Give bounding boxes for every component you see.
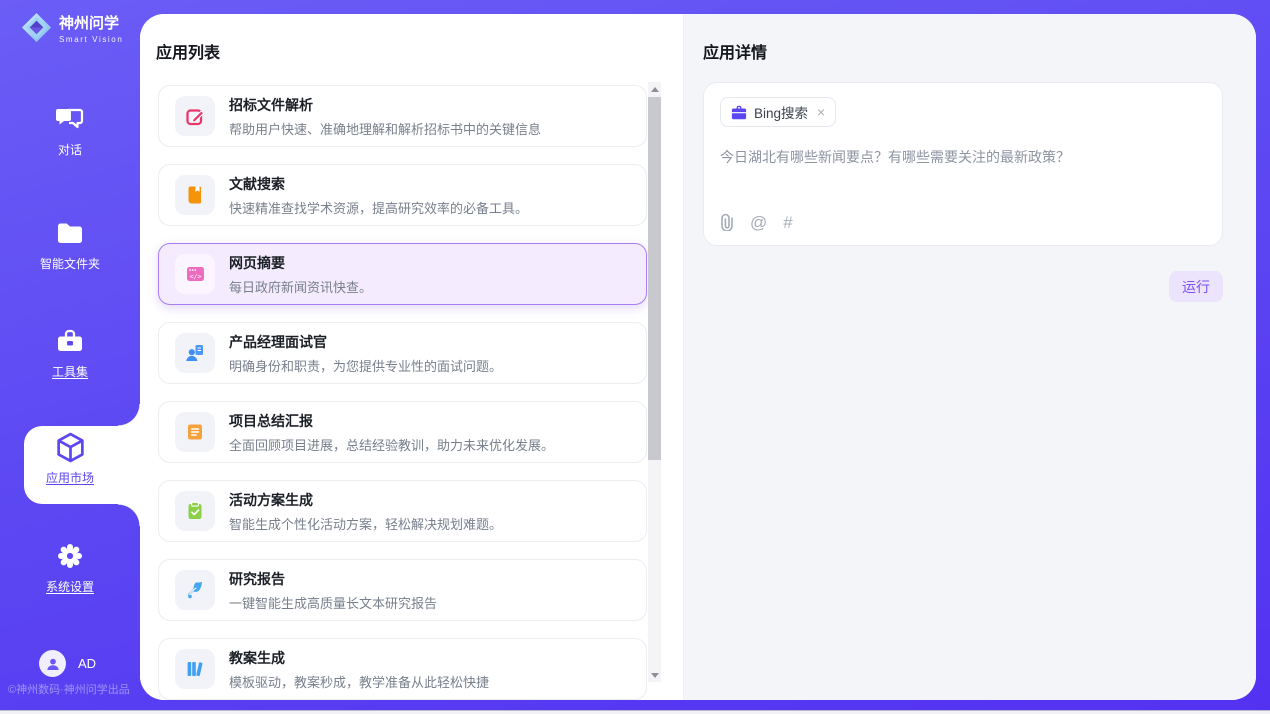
app-card[interactable]: 项目总结汇报 全面回顾项目进展，总结经验教训，助力未来优化发展。: [158, 401, 647, 463]
app-list-scrollbar[interactable]: [648, 82, 661, 682]
chat-icon: [0, 104, 140, 134]
sidebar: 神州问学 Smart Vision 对话 智能文件夹 工具集 应用市场 系统设置…: [0, 0, 140, 714]
folder-icon: [0, 218, 140, 248]
app-card[interactable]: 产品经理面试官 明确身份和职责，为您提供专业性的面试问题。: [158, 322, 647, 384]
app-card-title: 产品经理面试官: [229, 332, 502, 352]
at-icon[interactable]: @: [750, 214, 767, 231]
interviewer-icon: [175, 333, 215, 373]
avatar[interactable]: [39, 650, 66, 677]
app-card-desc: 快速精准查找学术资源，提高研究效率的必备工具。: [229, 198, 528, 217]
svg-text:</>: </>: [189, 273, 201, 281]
brand-logo: 神州问学 Smart Vision: [21, 12, 123, 48]
app-card-desc: 模板驱动，教案秒成，教学准备从此轻松快捷: [229, 672, 489, 691]
app-card-desc: 每日政府新闻资讯快查。: [229, 277, 372, 296]
app-card-title: 教案生成: [229, 648, 489, 668]
scroll-down-button[interactable]: [648, 668, 661, 682]
app-card-desc: 帮助用户快速、准确地理解和解析招标书中的关键信息: [229, 119, 541, 138]
run-row: 运行: [703, 271, 1223, 302]
app-card[interactable]: 研究报告 一键智能生成高质量长文本研究报告: [158, 559, 647, 621]
triangle-up-icon: [651, 87, 659, 92]
app-detail-title: 应用详情: [703, 39, 767, 63]
brand-subtitle: Smart Vision: [59, 35, 123, 44]
app-list-title: 应用列表: [156, 39, 220, 63]
composer-toolbar: @#: [720, 213, 1206, 231]
app-card[interactable]: 教案生成 模板驱动，教案秒成，教学准备从此轻松快捷: [158, 638, 647, 700]
app-card[interactable]: 活动方案生成 智能生成个性化活动方案，轻松解决规划难题。: [158, 480, 647, 542]
app-card-desc: 明确身份和职责，为您提供专业性的面试问题。: [229, 356, 502, 375]
app-card-title: 研究报告: [229, 569, 437, 589]
hash-icon[interactable]: #: [783, 214, 792, 231]
app-card-desc: 智能生成个性化活动方案，轻松解决规划难题。: [229, 514, 502, 533]
sidebar-item-label: 系统设置: [46, 578, 94, 595]
app-card[interactable]: 招标文件解析 帮助用户快速、准确地理解和解析招标书中的关键信息: [158, 85, 647, 147]
sidebar-item-folder[interactable]: 智能文件夹: [0, 218, 140, 273]
sidebar-item-label: 工具集: [52, 363, 88, 380]
sidebar-item-cube[interactable]: 应用市场: [0, 432, 140, 487]
brand-name: 神州问学: [59, 16, 123, 33]
toolbox-icon: [0, 326, 140, 356]
app-card[interactable]: 文献搜索 快速精准查找学术资源，提高研究效率的必备工具。: [158, 164, 647, 226]
app-card-list: 招标文件解析 帮助用户快速、准确地理解和解析招标书中的关键信息 文献搜索 快速精…: [158, 85, 647, 700]
sidebar-item-label: 应用市场: [46, 469, 94, 486]
books-icon: [175, 649, 215, 689]
app-card-title: 文献搜索: [229, 174, 528, 194]
chip-close-icon[interactable]: ×: [817, 105, 825, 119]
app-list-panel: 应用列表 招标文件解析 帮助用户快速、准确地理解和解析招标书中的关键信息 文献搜…: [140, 14, 683, 700]
app-window: { "brand": { "name": "神州问学", "subtitle":…: [0, 0, 1270, 714]
copyright-text: ©神州数码·神州问学出品: [8, 681, 130, 697]
clipboard-check-icon: [175, 491, 215, 531]
cube-icon: [0, 432, 140, 462]
app-card-title: 活动方案生成: [229, 490, 502, 510]
main-content: 应用列表 招标文件解析 帮助用户快速、准确地理解和解析招标书中的关键信息 文献搜…: [140, 14, 1256, 700]
app-card-desc: 一键智能生成高质量长文本研究报告: [229, 593, 437, 612]
paperclip-icon[interactable]: [720, 213, 734, 231]
pen-nib-icon: [175, 570, 215, 610]
user-row[interactable]: AD: [39, 650, 96, 677]
scrollbar-thumb[interactable]: [648, 97, 661, 460]
user-initials: AD: [78, 656, 96, 671]
app-card-title: 招标文件解析: [229, 95, 541, 115]
app-detail-panel: 应用详情 Bing搜索 × 今日湖北有哪些新闻要点？有哪些需要关注的最新政策？ …: [683, 14, 1256, 700]
tool-chip-label: Bing搜索: [754, 102, 808, 122]
app-card-title: 网页摘要: [229, 253, 372, 273]
diamond-logo-icon: [21, 12, 52, 48]
document-edit-icon: [175, 96, 215, 136]
app-card-desc: 全面回顾项目进展，总结经验教训，助力未来优化发展。: [229, 435, 554, 454]
composer-card: Bing搜索 × 今日湖北有哪些新闻要点？有哪些需要关注的最新政策？ @#: [703, 82, 1223, 246]
browser-code-icon: </>: [175, 254, 215, 294]
bottom-edge-strip: [0, 710, 1270, 714]
sidebar-item-chat[interactable]: 对话: [0, 104, 140, 159]
query-text-input[interactable]: 今日湖北有哪些新闻要点？有哪些需要关注的最新政策？: [720, 148, 1206, 168]
briefcase-icon: [731, 105, 747, 120]
sidebar-item-toolbox[interactable]: 工具集: [0, 326, 140, 381]
scroll-up-button[interactable]: [648, 82, 661, 96]
sidebar-item-gear[interactable]: 系统设置: [0, 541, 140, 596]
app-card-title: 项目总结汇报: [229, 411, 554, 431]
app-card[interactable]: </> 网页摘要 每日政府新闻资讯快查。: [158, 243, 647, 305]
tool-chip-bing-search[interactable]: Bing搜索 ×: [720, 97, 836, 127]
sidebar-item-label: 智能文件夹: [40, 255, 100, 272]
notepad-icon: [175, 412, 215, 452]
gear-icon: [0, 541, 140, 571]
triangle-down-icon: [651, 673, 659, 678]
run-button[interactable]: 运行: [1169, 271, 1223, 302]
sidebar-item-label: 对话: [58, 141, 82, 158]
book-icon: [175, 175, 215, 215]
